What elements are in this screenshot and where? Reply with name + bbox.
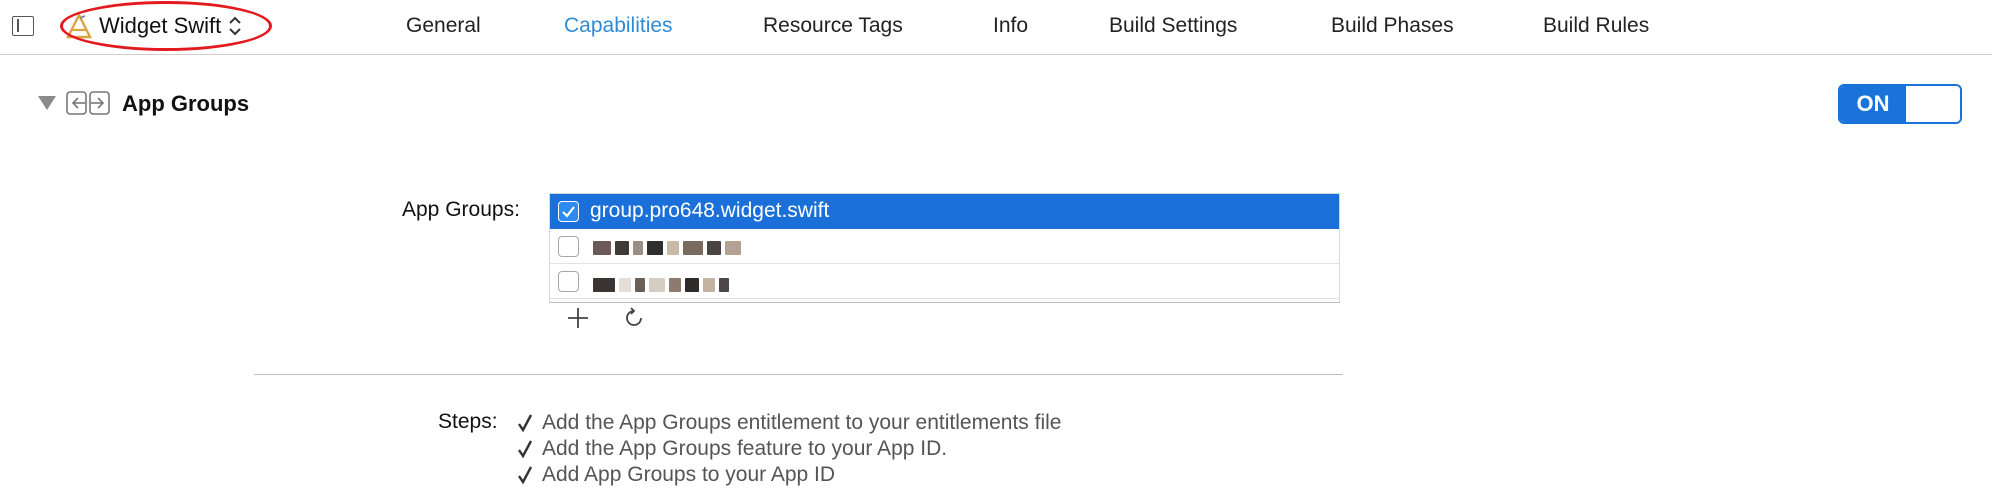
app-groups-label: App Groups: <box>402 198 520 221</box>
tab-build-rules[interactable]: Build Rules <box>1543 14 1649 38</box>
app-target-icon <box>66 13 92 39</box>
list-item[interactable] <box>550 264 1339 299</box>
stepper-icon <box>229 16 241 36</box>
checkmark-icon <box>518 466 533 485</box>
checkmark-icon <box>562 206 575 218</box>
redacted-group-name <box>593 278 729 292</box>
list-item[interactable] <box>550 229 1339 264</box>
section-title: App Groups <box>122 91 250 116</box>
tab-build-phases[interactable]: Build Phases <box>1331 14 1454 38</box>
step-text: Add App Groups to your App ID <box>542 463 836 486</box>
disclosure-triangle-icon[interactable] <box>38 96 56 110</box>
checkmark-icon <box>518 414 533 433</box>
plus-icon[interactable] <box>566 306 590 330</box>
steps-label: Steps: <box>438 410 498 433</box>
step-item: Add App Groups to your App ID <box>517 462 1061 488</box>
group-name: group.pro648.widget.swift <box>590 199 830 222</box>
step-text: Add the App Groups entitlement to your e… <box>542 411 1062 434</box>
tab-info[interactable]: Info <box>993 14 1028 38</box>
steps-list: Add the App Groups entitlement to your e… <box>517 410 1061 488</box>
list-divider <box>549 302 1340 303</box>
app-groups-list: group.pro648.widget.swift <box>549 193 1340 303</box>
toggle-knob <box>1906 86 1960 122</box>
refresh-icon[interactable] <box>622 306 646 330</box>
toggle-label: ON <box>1840 86 1906 122</box>
step-item: Add the App Groups entitlement to your e… <box>517 410 1061 436</box>
capability-toggle[interactable]: ON <box>1838 84 1962 124</box>
group-checkbox[interactable] <box>558 236 579 257</box>
target-selector[interactable]: Widget Swift <box>66 8 242 44</box>
sidebar-toggle-icon[interactable] <box>12 16 34 36</box>
group-checkbox[interactable] <box>558 201 579 222</box>
step-item: Add the App Groups feature to your App I… <box>517 436 1061 462</box>
target-name: Widget Swift <box>99 13 222 38</box>
redacted-group-name <box>593 241 741 255</box>
toolbar: Widget Swift General Capabilities Resour… <box>0 0 1992 55</box>
tab-resource-tags[interactable]: Resource Tags <box>763 14 903 38</box>
step-text: Add the App Groups feature to your App I… <box>542 437 948 460</box>
tab-general[interactable]: General <box>406 14 481 38</box>
list-item[interactable]: group.pro648.widget.swift <box>550 194 1339 229</box>
checkmark-icon <box>518 440 533 459</box>
app-groups-icon <box>66 91 110 115</box>
section-divider <box>254 374 1343 375</box>
tab-build-settings[interactable]: Build Settings <box>1109 14 1237 38</box>
tab-capabilities[interactable]: Capabilities <box>564 14 673 38</box>
group-checkbox[interactable] <box>558 271 579 292</box>
